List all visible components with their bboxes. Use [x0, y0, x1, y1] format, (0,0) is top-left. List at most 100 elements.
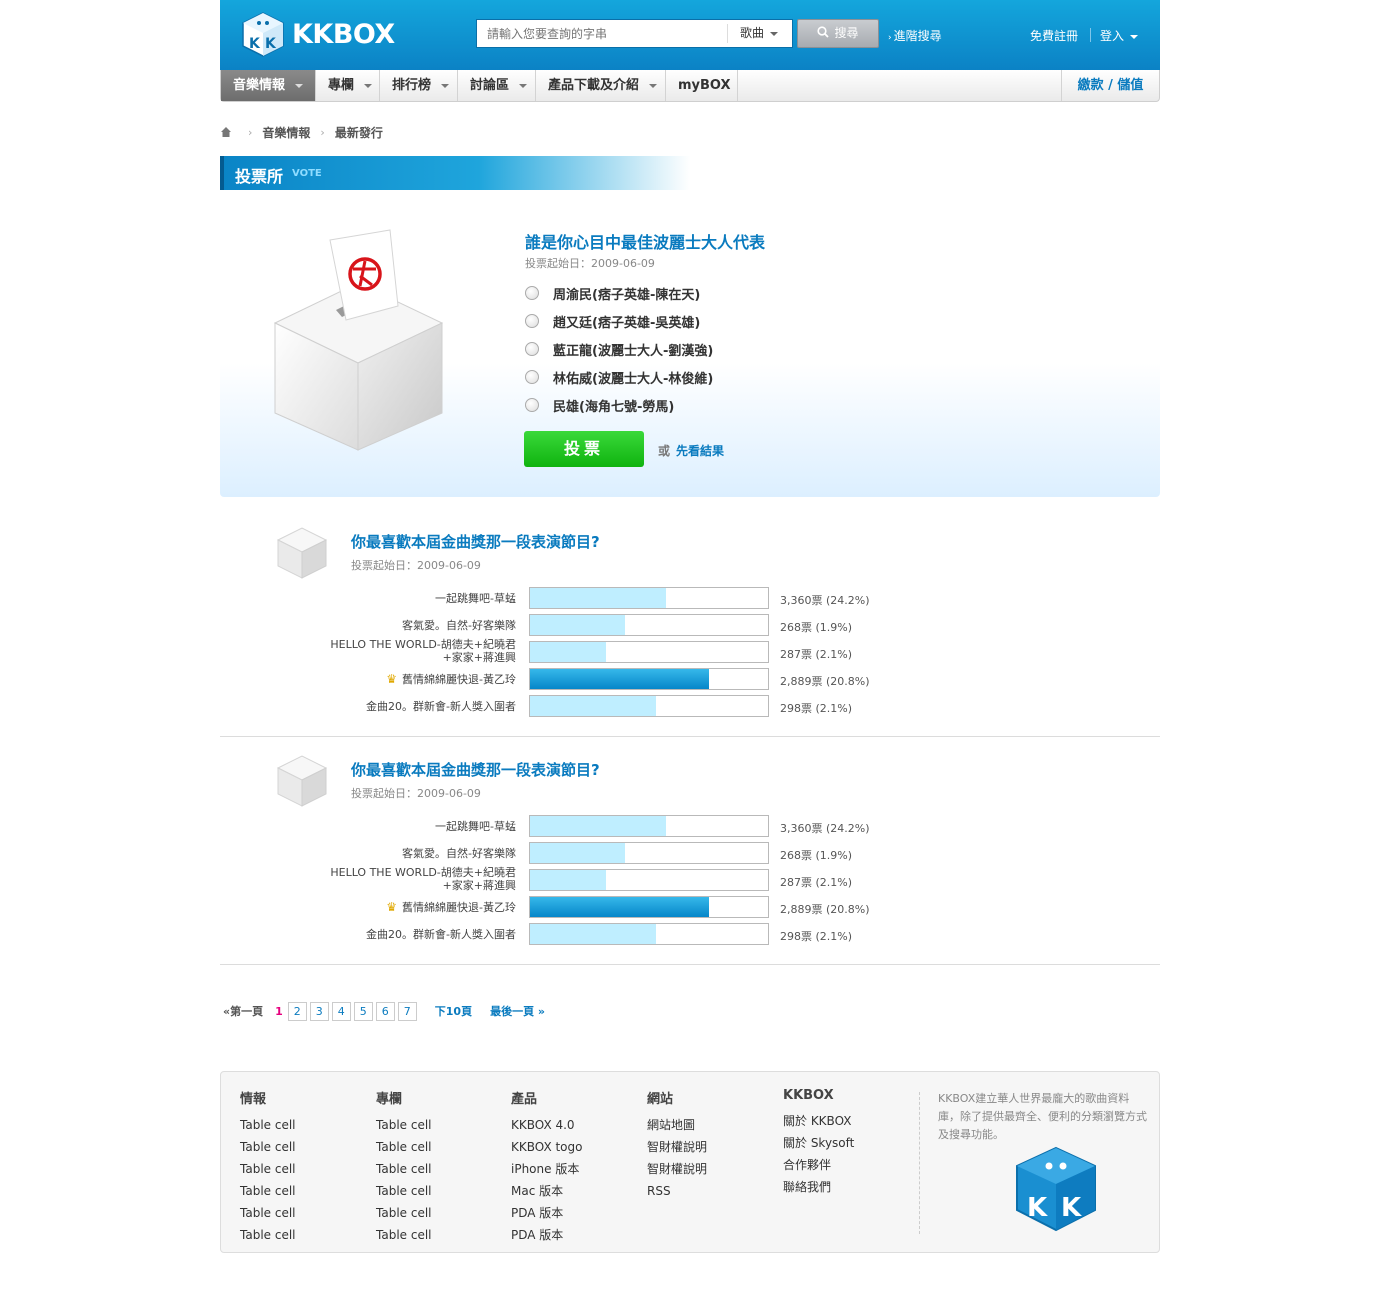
- see-results-link[interactable]: 先看結果: [676, 442, 724, 459]
- crown-icon: ♛: [386, 671, 398, 686]
- footer-link[interactable]: RSS: [647, 1180, 707, 1202]
- kkbox-logo[interactable]: K K KKBOX: [240, 10, 395, 58]
- breadcrumb-item[interactable]: 最新發行: [335, 124, 383, 141]
- footer-link[interactable]: PDA 版本: [511, 1224, 582, 1246]
- poll-row-label: 金曲20。群新會-新人獎入圍者: [366, 927, 516, 941]
- poll-row-value: 3,360票 (24.2%): [780, 594, 870, 607]
- radio-button[interactable]: [525, 342, 539, 356]
- footer-link[interactable]: Table cell: [240, 1202, 296, 1224]
- vote-option-label: 趙又廷(痞子英雄-吳英雄): [553, 315, 701, 331]
- poll-row: 一起跳舞吧-草蜢 3,360票 (24.2%): [220, 587, 1160, 609]
- page-link[interactable]: 4: [331, 1001, 351, 1021]
- footer-column-columns: 專欄 Table cell Table cell Table cell Tabl…: [376, 1088, 432, 1246]
- vote-option[interactable]: 藍正龍(波麗士大人-劉漢強): [525, 340, 713, 359]
- poll-bar-fill: [530, 870, 607, 890]
- nav-item-label: 產品下載及介紹: [548, 78, 640, 93]
- chevron-down-icon: [441, 83, 450, 88]
- footer-link[interactable]: Mac 版本: [511, 1180, 582, 1202]
- pay-topup-link[interactable]: 繳款 / 儲值: [1061, 70, 1159, 101]
- poll-start-date: 投票起始日：2009-06-09: [351, 559, 481, 572]
- radio-button[interactable]: [525, 314, 539, 328]
- footer-link[interactable]: Table cell: [376, 1114, 432, 1136]
- nav-item-forum[interactable]: 討論區: [458, 70, 536, 101]
- poll-bar-fill: [530, 669, 709, 689]
- vote-option[interactable]: 趙又廷(痞子英雄-吳英雄): [525, 312, 701, 331]
- footer-link[interactable]: Table cell: [376, 1136, 432, 1158]
- poll-bar-fill: [530, 696, 657, 716]
- svg-text:K: K: [1027, 1193, 1048, 1223]
- next-10-pages-link[interactable]: 下10頁: [435, 1003, 472, 1019]
- footer-link[interactable]: KKBOX 4.0: [511, 1114, 582, 1136]
- site-header: K K KKBOX 歌曲 搜尋 ›進階搜尋 免費註冊 登入: [220, 0, 1160, 70]
- poll-start-date: 投票起始日：2009-06-09: [351, 787, 481, 800]
- footer-link[interactable]: PDA 版本: [511, 1202, 582, 1224]
- advanced-search-link[interactable]: › 進階搜尋: [888, 27, 942, 44]
- page-link[interactable]: 7: [397, 1001, 417, 1021]
- first-page-link[interactable]: «第一頁: [223, 1003, 263, 1019]
- vote-option[interactable]: 林佑威(波麗士大人-林俊維): [525, 368, 713, 387]
- nav-item-music-info[interactable]: 音樂情報: [221, 70, 316, 101]
- nav-item-label: myBOX: [678, 78, 731, 93]
- search-type-select[interactable]: 歌曲: [727, 24, 791, 43]
- vote-option[interactable]: 民雄(海角七號-勞馬): [525, 396, 674, 415]
- footer-link[interactable]: Table cell: [240, 1114, 296, 1136]
- poll-row: 客氣愛。自然-好客樂隊 268票 (1.9%): [220, 842, 1160, 864]
- page-link[interactable]: 2: [287, 1001, 307, 1021]
- footer-link[interactable]: Table cell: [240, 1158, 296, 1180]
- signup-link[interactable]: 免費註冊: [1030, 27, 1078, 44]
- chevron-right-icon: ›: [248, 125, 253, 139]
- footer-link[interactable]: 智財權說明: [647, 1158, 707, 1180]
- poll-title[interactable]: 你最喜歡本屆金曲獎那一段表演節目?: [351, 759, 600, 780]
- poll-row-value: 298票 (2.1%): [780, 702, 853, 715]
- breadcrumb-item[interactable]: 音樂情報: [262, 124, 310, 141]
- home-icon[interactable]: [220, 126, 232, 138]
- vote-submit-button[interactable]: 投票: [524, 431, 644, 467]
- current-page: 1: [275, 1004, 283, 1018]
- search-input[interactable]: [477, 20, 727, 47]
- footer-link[interactable]: 關於 KKBOX: [783, 1110, 854, 1132]
- poll-bar: [529, 695, 769, 717]
- footer-column-kkbox: KKBOX 關於 KKBOX 關於 Skysoft 合作夥伴 聯絡我們: [783, 1088, 854, 1198]
- footer-link[interactable]: iPhone 版本: [511, 1158, 582, 1180]
- nav-item-columns[interactable]: 專欄: [316, 70, 380, 101]
- chevron-down-icon: [770, 31, 779, 36]
- poll-title[interactable]: 你最喜歡本屆金曲獎那一段表演節目?: [351, 531, 600, 552]
- nav-item-mybox[interactable]: myBOX: [666, 70, 738, 101]
- page-link[interactable]: 6: [375, 1001, 395, 1021]
- chevron-down-icon: [1130, 34, 1139, 39]
- pagination: «第一頁 1 2 3 4 5 6 7 下10頁 最後一頁 »: [223, 1001, 545, 1021]
- kkbox-cube-icon: K K: [1016, 1146, 1096, 1232]
- login-menu[interactable]: 登入: [1100, 27, 1139, 44]
- footer-link[interactable]: Table cell: [376, 1202, 432, 1224]
- footer-separator: [919, 1092, 920, 1234]
- footer-link[interactable]: Table cell: [240, 1136, 296, 1158]
- nav-item-charts[interactable]: 排行榜: [380, 70, 458, 101]
- footer-link[interactable]: Table cell: [376, 1224, 432, 1246]
- vote-option[interactable]: 周渝民(痞子英雄-陳在天): [525, 284, 700, 303]
- footer-link[interactable]: 關於 Skysoft: [783, 1132, 854, 1154]
- footer-link[interactable]: 網站地圖: [647, 1114, 707, 1136]
- last-page-link[interactable]: 最後一頁 »: [490, 1003, 545, 1019]
- poll-row-value: 298票 (2.1%): [780, 930, 853, 943]
- page-link[interactable]: 5: [353, 1001, 373, 1021]
- poll-row-label: 一起跳舞吧-草蜢: [435, 591, 516, 605]
- divider: [220, 736, 1160, 737]
- search-button[interactable]: 搜尋: [797, 19, 879, 48]
- page-link[interactable]: 3: [309, 1001, 329, 1021]
- footer-link[interactable]: 合作夥伴: [783, 1154, 854, 1176]
- radio-button[interactable]: [525, 370, 539, 384]
- nav-item-products[interactable]: 產品下載及介紹: [536, 70, 666, 101]
- poll-row-label: 金曲20。群新會-新人獎入圍者: [366, 699, 516, 713]
- footer-link[interactable]: KKBOX togo: [511, 1136, 582, 1158]
- footer-column-products: 產品 KKBOX 4.0 KKBOX togo iPhone 版本 Mac 版本…: [511, 1088, 582, 1246]
- footer-link[interactable]: 智財權說明: [647, 1136, 707, 1158]
- footer-link[interactable]: Table cell: [240, 1224, 296, 1246]
- radio-button[interactable]: [525, 286, 539, 300]
- poll-row: 客氣愛。自然-好客樂隊 268票 (1.9%): [220, 614, 1160, 636]
- footer-link[interactable]: 聯絡我們: [783, 1176, 854, 1198]
- poll-bar: [529, 641, 769, 663]
- footer-link[interactable]: Table cell: [240, 1180, 296, 1202]
- footer-link[interactable]: Table cell: [376, 1158, 432, 1180]
- radio-button[interactable]: [525, 398, 539, 412]
- footer-link[interactable]: Table cell: [376, 1180, 432, 1202]
